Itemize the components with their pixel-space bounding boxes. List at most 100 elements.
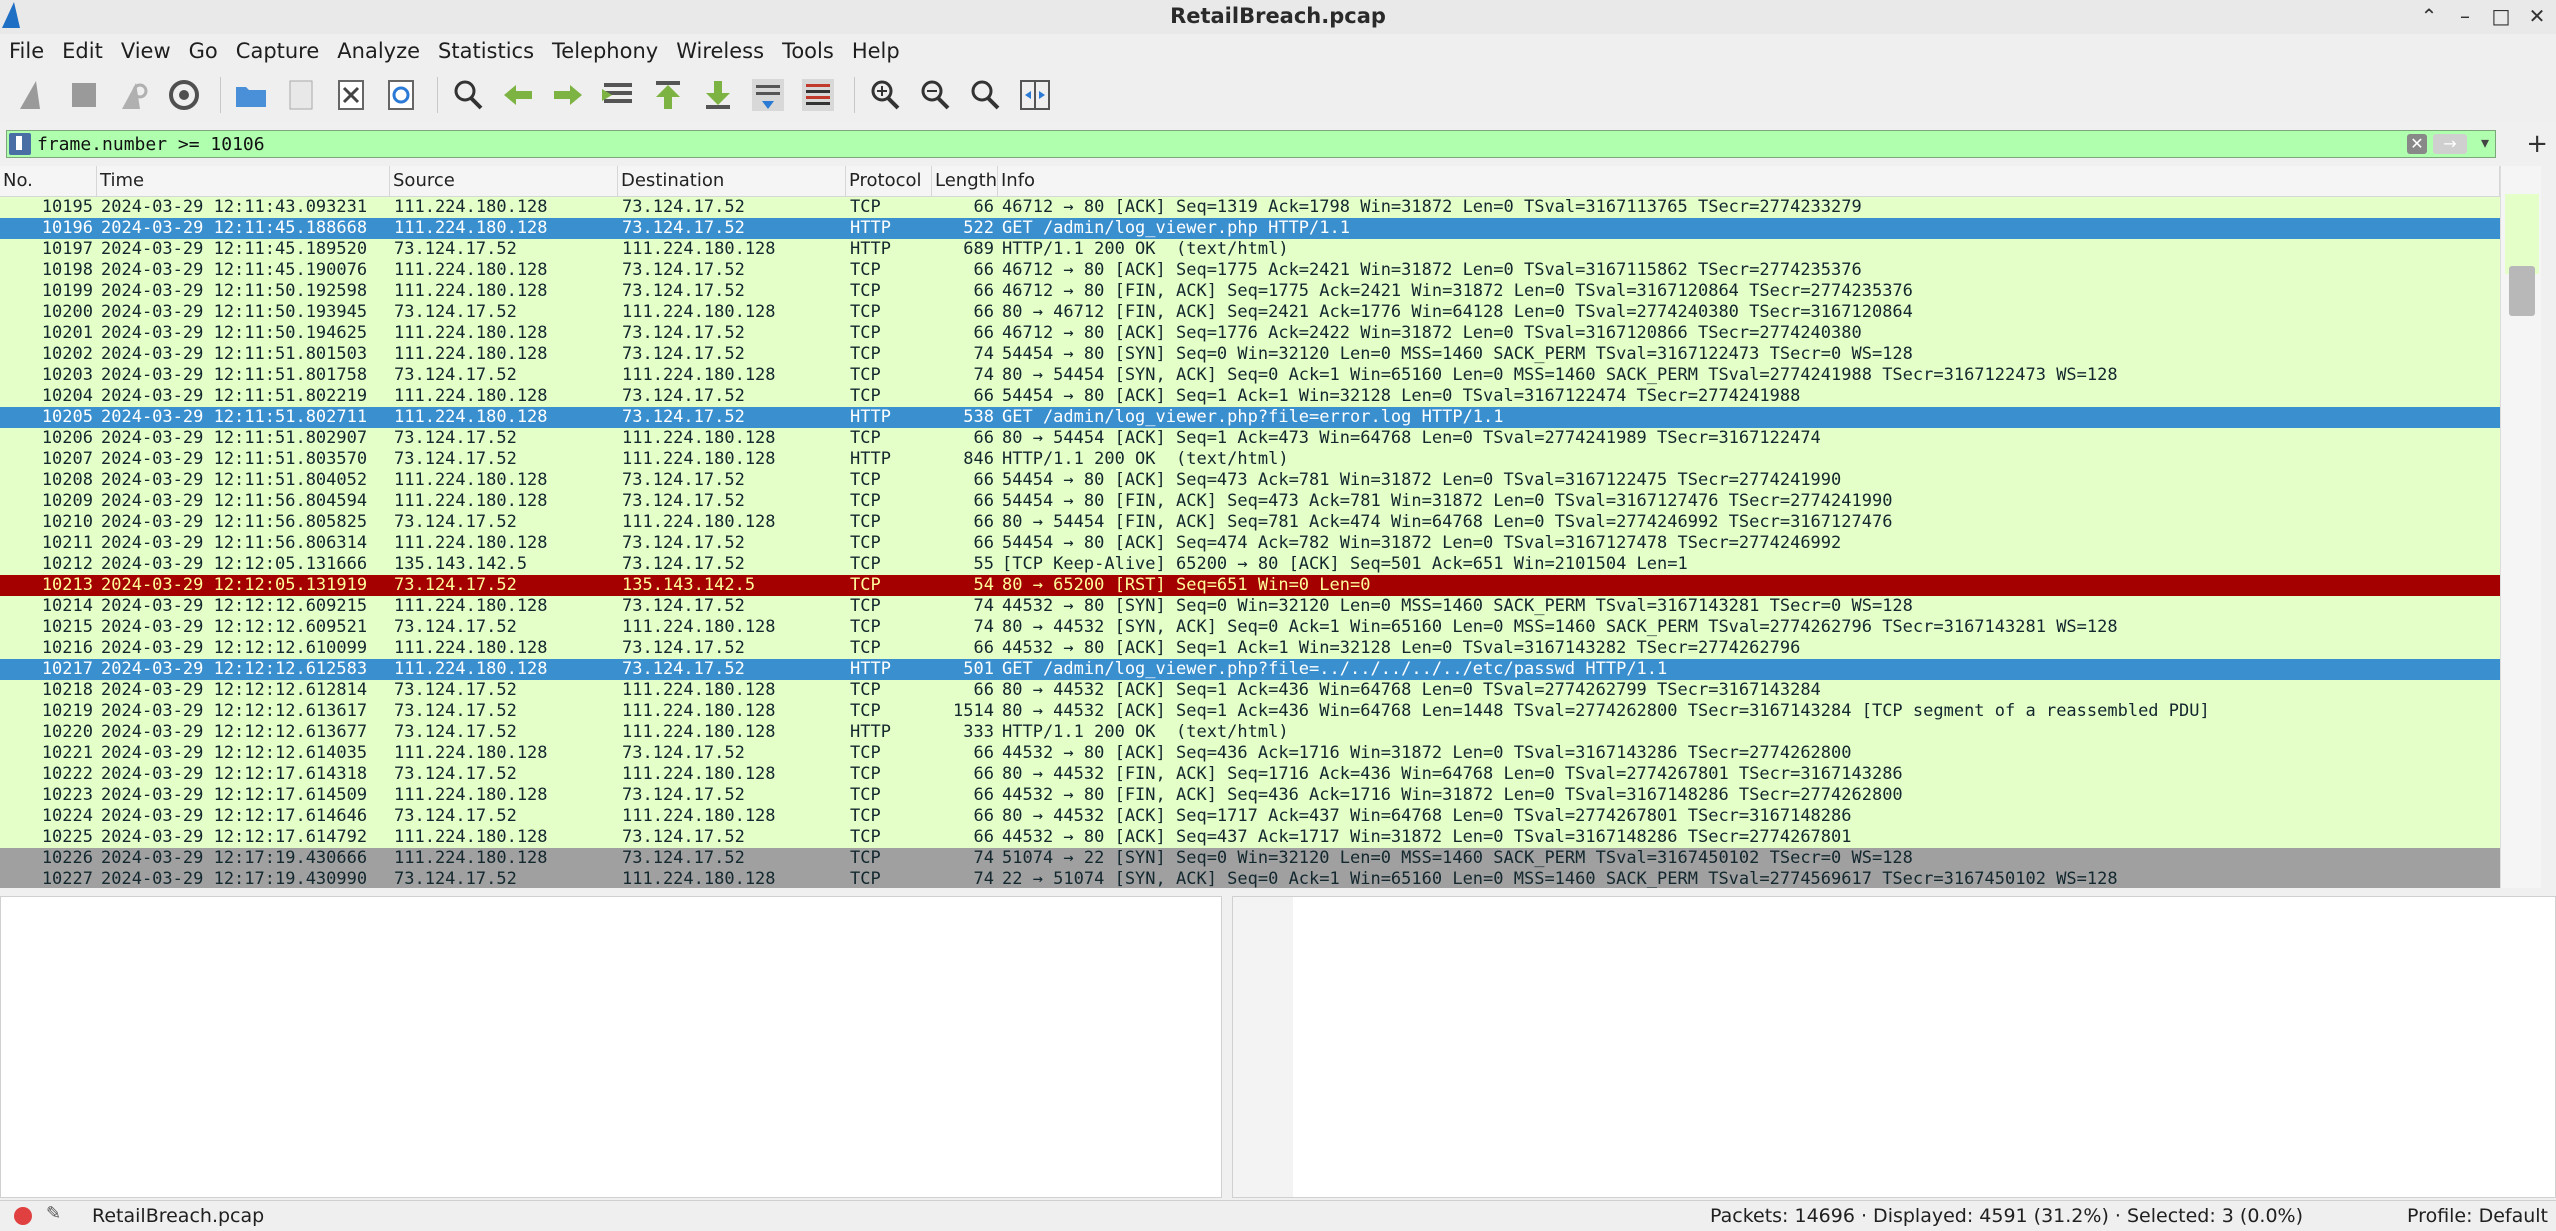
go-back-button[interactable]: [496, 73, 540, 117]
column-header-time[interactable]: Time: [97, 166, 390, 196]
column-header-source[interactable]: Source: [390, 166, 618, 196]
packet-row[interactable]: 10212 2024-03-29 12:12:05.131666 135.143.1…: [0, 554, 2500, 575]
open-file-button[interactable]: [229, 73, 273, 117]
packet-row[interactable]: 10226 2024-03-29 12:17:19.430666 111.224.1…: [0, 848, 2500, 869]
packet-destination: 111.224.180.128: [622, 806, 776, 826]
packet-row[interactable]: 10205 2024-03-29 12:11:51.802711 111.224.1…: [0, 407, 2500, 428]
packet-row[interactable]: 10198 2024-03-29 12:11:45.190076 111.224.1…: [0, 260, 2500, 281]
packet-row[interactable]: 10209 2024-03-29 12:11:56.804594 111.224.1…: [0, 491, 2500, 512]
packet-list-header: No. Time Source Destination Protocol Len…: [0, 166, 2500, 197]
packet-row[interactable]: 10220 2024-03-29 12:12:12.613677 73.124.17…: [0, 722, 2500, 743]
find-packet-button[interactable]: [446, 73, 490, 117]
packet-row[interactable]: 10208 2024-03-29 12:11:51.804052 111.224.1…: [0, 470, 2500, 491]
packet-row[interactable]: 10219 2024-03-29 12:12:12.613617 73.124.17…: [0, 701, 2500, 722]
packet-length: 689: [963, 239, 994, 259]
packet-row[interactable]: 10195 2024-03-29 12:11:43.093231 111.224.1…: [0, 197, 2500, 218]
packet-info: GET /admin/log_viewer.php HTTP/1.1: [1002, 218, 1350, 238]
menu-edit[interactable]: Edit: [53, 34, 112, 68]
zoom-in-button[interactable]: [863, 73, 907, 117]
column-header-length[interactable]: Length: [932, 166, 998, 196]
packet-row[interactable]: 10196 2024-03-29 12:11:45.188668 111.224.1…: [0, 218, 2500, 239]
filter-history-dropdown[interactable]: ▾: [2481, 133, 2489, 152]
maximize-button[interactable]: □: [2486, 2, 2516, 30]
menu-statistics[interactable]: Statistics: [429, 34, 543, 68]
packet-row[interactable]: 10199 2024-03-29 12:11:50.192598 111.224.1…: [0, 281, 2500, 302]
packet-source: 73.124.17.52: [394, 575, 517, 595]
expert-info-icon[interactable]: [14, 1207, 32, 1225]
packet-bytes-pane[interactable]: [1232, 896, 2556, 1198]
restart-capture-button[interactable]: [112, 73, 156, 117]
go-forward-button[interactable]: [546, 73, 590, 117]
close-window-button[interactable]: ✕: [2522, 2, 2552, 30]
column-header-destination[interactable]: Destination: [618, 166, 846, 196]
menu-analyze[interactable]: Analyze: [328, 34, 429, 68]
packet-row[interactable]: 10197 2024-03-29 12:11:45.189520 73.124.17…: [0, 239, 2500, 260]
apply-filter-button[interactable]: →: [2433, 134, 2467, 154]
scrollbar-thumb[interactable]: [2509, 266, 2535, 316]
packet-minimap[interactable]: [2505, 194, 2539, 274]
packet-length: 66: [973, 806, 994, 826]
packet-info: HTTP/1.1 200 OK (text/html): [1002, 449, 1289, 469]
open-file-icon: [236, 87, 266, 107]
display-filter-input[interactable]: [37, 131, 2397, 157]
packet-row[interactable]: 10211 2024-03-29 12:11:56.806314 111.224.1…: [0, 533, 2500, 554]
packet-destination: 73.124.17.52: [622, 470, 745, 490]
packet-row[interactable]: 10227 2024-03-29 12:17:19.430990 73.124.17…: [0, 869, 2500, 888]
packet-row[interactable]: 10203 2024-03-29 12:11:51.801758 73.124.17…: [0, 365, 2500, 386]
column-header-info[interactable]: Info: [998, 166, 2500, 196]
packet-row[interactable]: 10210 2024-03-29 12:11:56.805825 73.124.17…: [0, 512, 2500, 533]
packet-row[interactable]: 10213 2024-03-29 12:12:05.131919 73.124.17…: [0, 575, 2500, 596]
resize-columns-button[interactable]: [1013, 73, 1057, 117]
capture-comment-icon[interactable]: ✎: [46, 1203, 61, 1224]
filter-bookmark-icon[interactable]: [9, 133, 31, 155]
zoom-normal-button[interactable]: [963, 73, 1007, 117]
packet-row[interactable]: 10202 2024-03-29 12:11:51.801503 111.224.1…: [0, 344, 2500, 365]
packet-list-scrollbar[interactable]: [2500, 166, 2541, 888]
save-file-button[interactable]: [279, 73, 323, 117]
packet-row[interactable]: 10206 2024-03-29 12:11:51.802907 73.124.17…: [0, 428, 2500, 449]
menu-file[interactable]: File: [0, 34, 53, 68]
go-to-packet-button[interactable]: [596, 73, 640, 117]
packet-row[interactable]: 10204 2024-03-29 12:11:51.802219 111.224.1…: [0, 386, 2500, 407]
packet-row[interactable]: 10207 2024-03-29 12:11:51.803570 73.124.17…: [0, 449, 2500, 470]
packet-row[interactable]: 10221 2024-03-29 12:12:12.614035 111.224.1…: [0, 743, 2500, 764]
menu-view[interactable]: View: [112, 34, 180, 68]
column-header-no[interactable]: No.: [0, 166, 97, 196]
close-file-button[interactable]: [329, 73, 373, 117]
packet-row[interactable]: 10214 2024-03-29 12:12:12.609215 111.224.1…: [0, 596, 2500, 617]
zoom-out-button[interactable]: [913, 73, 957, 117]
add-filter-button-icon[interactable]: +: [2526, 130, 2548, 158]
minimize-button[interactable]: –: [2450, 2, 2480, 30]
go-first-button[interactable]: [646, 73, 690, 117]
window-up-icon[interactable]: ⌃: [2414, 2, 2444, 30]
autoscroll-button[interactable]: [746, 73, 790, 117]
packet-details-pane[interactable]: [0, 896, 1222, 1198]
packet-row[interactable]: 10215 2024-03-29 12:12:12.609521 73.124.17…: [0, 617, 2500, 638]
menu-wireless[interactable]: Wireless: [667, 34, 773, 68]
stop-capture-button[interactable]: [62, 73, 106, 117]
packet-row[interactable]: 10217 2024-03-29 12:12:12.612583 111.224.1…: [0, 659, 2500, 680]
packet-row[interactable]: 10200 2024-03-29 12:11:50.193945 73.124.17…: [0, 302, 2500, 323]
reload-file-button[interactable]: [379, 73, 423, 117]
menu-go[interactable]: Go: [180, 34, 227, 68]
packet-row[interactable]: 10222 2024-03-29 12:12:17.614318 73.124.17…: [0, 764, 2500, 785]
packet-row[interactable]: 10216 2024-03-29 12:12:12.610099 111.224.1…: [0, 638, 2500, 659]
packet-row[interactable]: 10223 2024-03-29 12:12:17.614509 111.224.1…: [0, 785, 2500, 806]
packet-row[interactable]: 10218 2024-03-29 12:12:12.612814 73.124.17…: [0, 680, 2500, 701]
packet-row[interactable]: 10224 2024-03-29 12:12:17.614646 73.124.17…: [0, 806, 2500, 827]
colorize-button[interactable]: [796, 73, 840, 117]
status-profile[interactable]: Profile: Default: [2407, 1205, 2548, 1227]
go-last-button[interactable]: [696, 73, 740, 117]
menu-help[interactable]: Help: [843, 34, 909, 68]
packet-number: 10203: [41, 365, 93, 385]
capture-options-button[interactable]: [162, 73, 206, 117]
packet-row[interactable]: 10225 2024-03-29 12:12:17.614792 111.224.1…: [0, 827, 2500, 848]
column-header-protocol[interactable]: Protocol: [846, 166, 932, 196]
menu-telephony[interactable]: Telephony: [543, 34, 667, 68]
packet-destination: 73.124.17.52: [622, 827, 745, 847]
clear-filter-button[interactable]: ✕: [2407, 134, 2427, 154]
menu-tools[interactable]: Tools: [773, 34, 843, 68]
start-capture-button[interactable]: [12, 73, 56, 117]
menu-capture[interactable]: Capture: [227, 34, 329, 68]
packet-row[interactable]: 10201 2024-03-29 12:11:50.194625 111.224.1…: [0, 323, 2500, 344]
